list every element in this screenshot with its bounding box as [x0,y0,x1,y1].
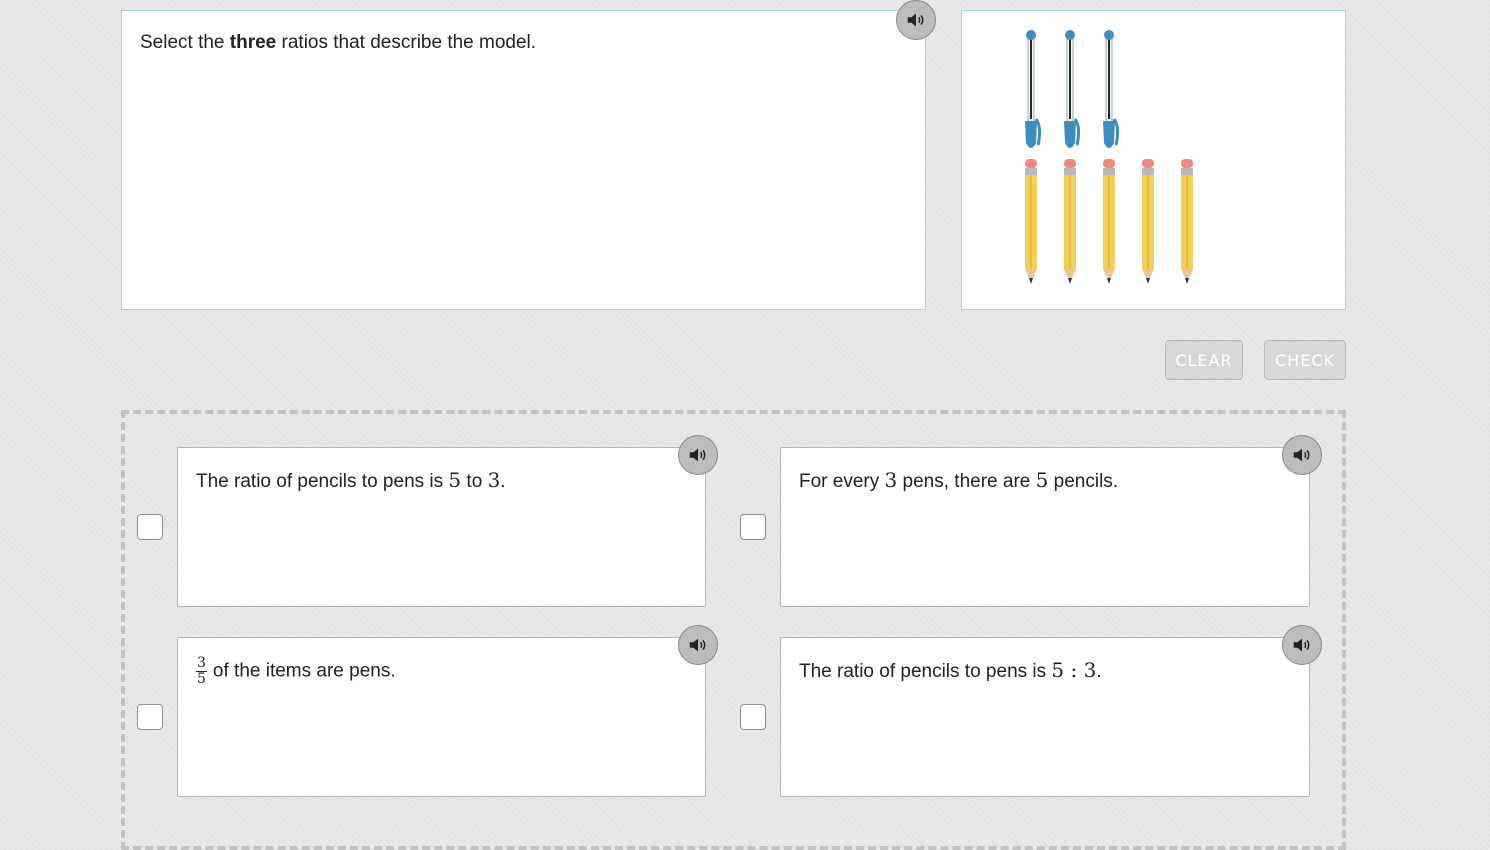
choice-2-audio-button[interactable] [1282,435,1322,475]
pen [1064,30,1081,148]
choice-3-text: 3 5 of the items are pens. [196,655,396,687]
choice-4-card[interactable]: The ratio of pencils to pens is 5 : 3. [780,637,1310,797]
pens-and-pencils-model [1025,30,1193,284]
prompt-emphasis: three [229,32,277,53]
prompt-audio-button[interactable] [896,0,936,40]
choice-2-checkbox[interactable] [740,514,766,540]
choice-1-audio-button[interactable] [678,435,718,475]
choice-3-checkbox[interactable] [137,704,163,730]
speaker-icon [689,448,706,462]
pencil [1103,159,1115,284]
clear-button[interactable]: CLEAR [1165,340,1243,380]
choice-4-checkbox[interactable] [740,704,766,730]
choice-2-text: For every 3 pens, there are 5 pencils. [799,468,1119,492]
prompt-text: Select the three ratios that describe th… [140,32,537,53]
pencil [1181,159,1193,284]
choice-4-audio-button[interactable] [1282,625,1322,665]
pencil [1142,159,1154,284]
choice-1-checkbox[interactable] [137,514,163,540]
choice-2-card[interactable]: For every 3 pens, there are 5 pencils. [780,447,1310,607]
choice-1-card[interactable]: The ratio of pencils to pens is 5 to 3. [177,447,706,607]
choice-3-card[interactable]: 3 5 of the items are pens. [177,637,706,797]
speaker-icon [1293,448,1310,462]
speaker-icon [689,638,706,652]
pen [1025,30,1042,148]
model-image-panel [961,10,1346,310]
prompt-panel: Select the three ratios that describe th… [121,10,926,310]
choice-4-text: The ratio of pencils to pens is 5 : 3. [799,658,1102,682]
fraction: 35 [196,655,207,687]
check-button[interactable]: CHECK [1264,340,1346,380]
choice-3-audio-button[interactable] [678,625,718,665]
choice-1-text: The ratio of pencils to pens is 5 to 3. [196,468,506,492]
pen [1103,30,1120,148]
speaker-icon [1293,638,1310,652]
speaker-icon [907,13,924,27]
pencil [1025,159,1037,284]
pencil [1064,159,1076,284]
